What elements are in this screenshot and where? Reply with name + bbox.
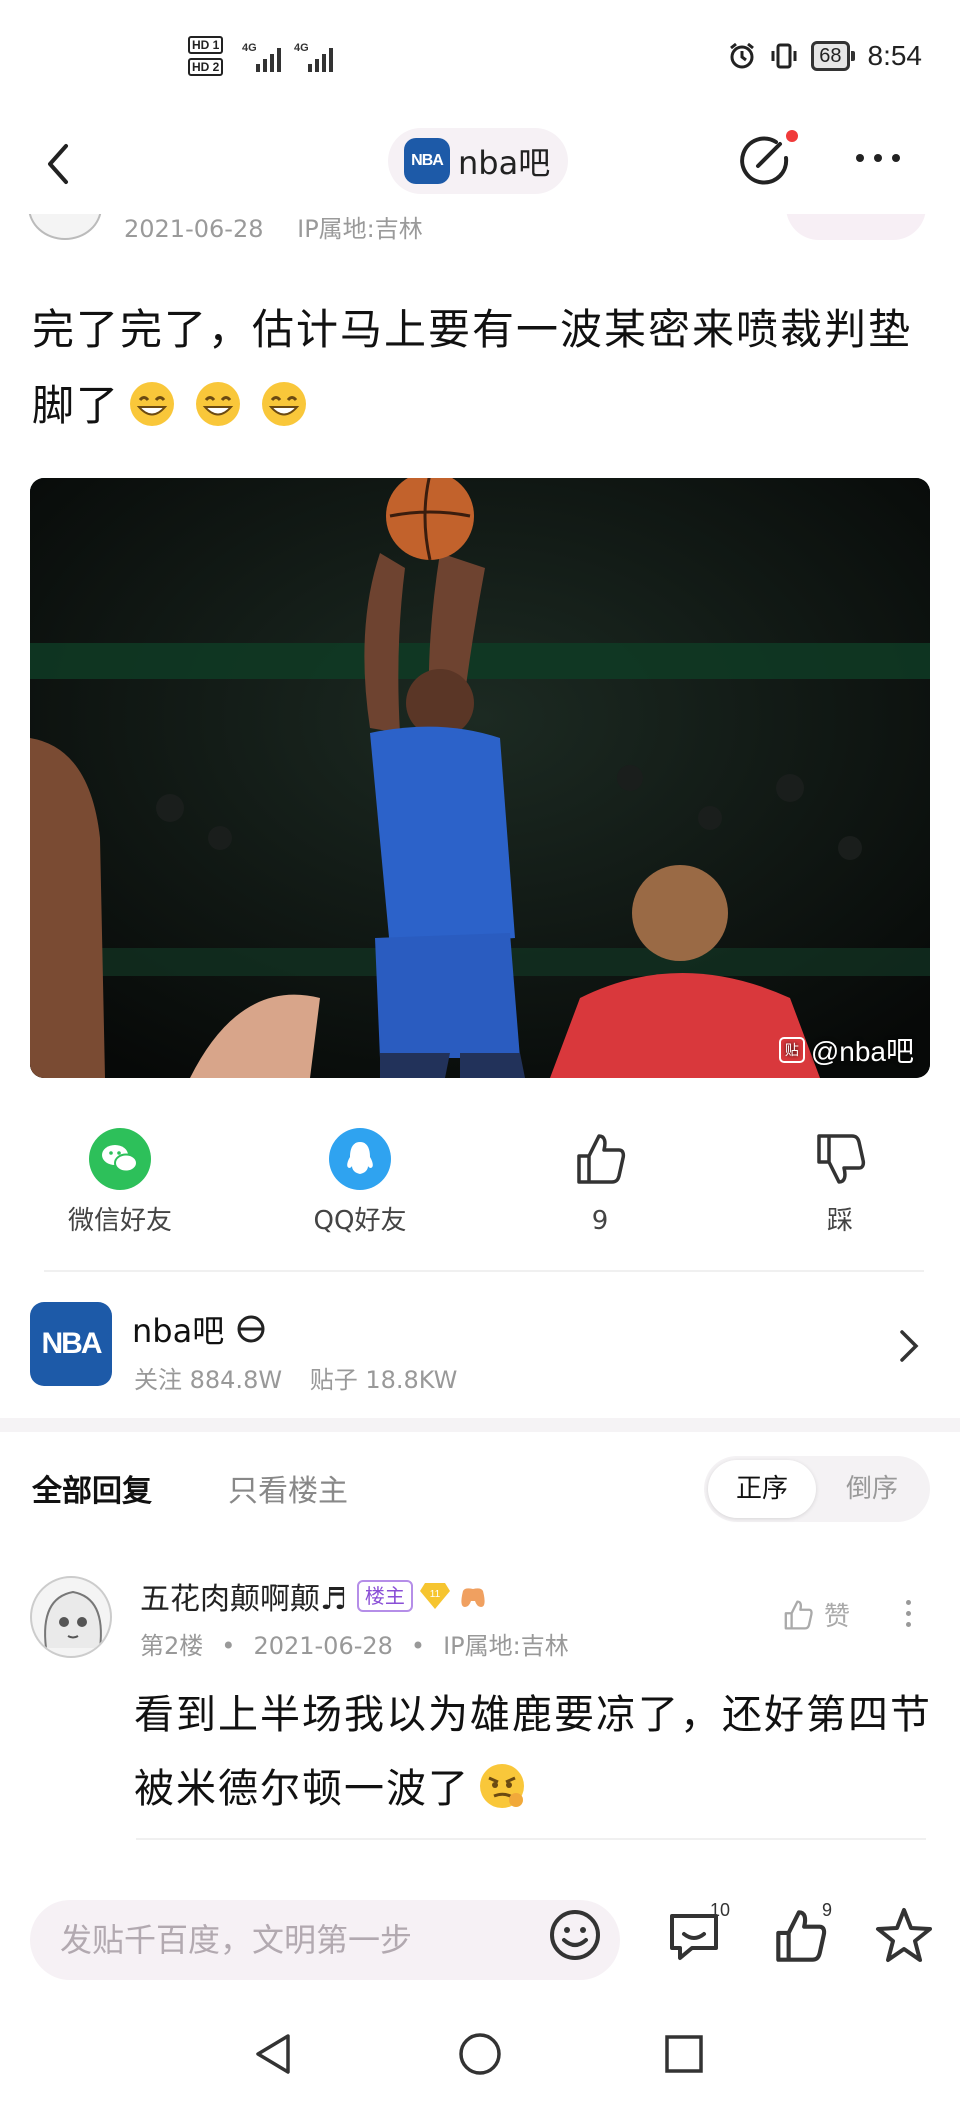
post-image[interactable]: 贴 @nba吧	[30, 478, 930, 1078]
thumbs-up-icon	[577, 1134, 626, 1184]
forum-status-icon	[237, 1315, 265, 1343]
forum-card-name: nba吧	[132, 1306, 268, 1352]
status-right: 68 8:54	[727, 40, 922, 72]
qq-label: QQ好友	[313, 1206, 407, 1236]
system-recents-icon[interactable]	[660, 2030, 708, 2078]
network2-label: 4G	[294, 42, 309, 54]
reply-body: 看到上半场我以为雄鹿要凉了，还好第四节被米德尔顿一波了	[134, 1678, 934, 1826]
reply-like-label: 赞	[824, 1602, 851, 1632]
post-date: 2021-06-28	[124, 215, 264, 243]
post-ip-location: IP属地:吉林	[297, 215, 423, 243]
reply-item: 五花肉颠啊颠♬ 楼主 11 第2楼 • 2021-06-28 • IP属地:吉林 赞 看…	[0, 1560, 960, 1840]
watermark-badge: 贴	[778, 1037, 805, 1063]
thumbs-up-icon	[784, 1599, 813, 1630]
reply-input-box[interactable]	[30, 1900, 620, 1980]
reply-input[interactable]	[60, 1900, 540, 1980]
clock: 8:54	[867, 40, 923, 71]
network1-label: 4G	[242, 42, 257, 54]
reply-user-row: 五花肉颠啊颠♬ 楼主 11	[140, 1574, 489, 1618]
qq-icon	[329, 1128, 391, 1190]
notification-dot	[786, 130, 798, 142]
forum-card[interactable]: NBA nba吧 关注 884.8W 贴子 18.8KW	[0, 1290, 960, 1410]
author-avatar[interactable]	[28, 214, 102, 240]
image-watermark: 贴 @nba吧	[778, 1030, 914, 1070]
smirk-emoji-icon	[480, 1764, 524, 1808]
divider	[136, 1838, 926, 1840]
dislike-label: 踩	[826, 1206, 853, 1236]
divider	[44, 1270, 924, 1272]
reply-meta: 第2楼 • 2021-06-28 • IP属地:吉林	[140, 1632, 569, 1660]
top-nav: NBA nba吧	[0, 120, 960, 216]
grin-emoji-icon	[262, 382, 307, 426]
dislike-button[interactable]: 踩	[740, 1120, 940, 1236]
share-wechat-button[interactable]: 微信好友	[20, 1120, 220, 1236]
watermark-text: @nba吧	[810, 1036, 914, 1067]
alarm-icon	[730, 42, 755, 69]
tab-owner-only[interactable]: 只看楼主	[228, 1466, 348, 1510]
sim2-label: HD 2	[188, 58, 224, 76]
wechat-icon	[89, 1128, 151, 1190]
wechat-label: 微信好友	[67, 1206, 172, 1236]
comment-count: 10	[710, 1900, 731, 1920]
bottom-like-count: 9	[822, 1900, 833, 1920]
forum-card-title: nba吧	[132, 1312, 225, 1350]
sim-indicator: HD 1 HD 2	[188, 36, 224, 80]
system-home-icon[interactable]	[456, 2030, 504, 2078]
section-divider	[0, 1418, 960, 1432]
sort-ascending-button[interactable]: 正序	[708, 1460, 816, 1518]
forum-stats: 关注 884.8W 贴子 18.8KW	[134, 1360, 477, 1395]
reply-more-icon[interactable]	[906, 1600, 911, 1627]
post-actions: 微信好友 QQ好友 9 踩	[0, 1120, 960, 1250]
grin-emoji-icon	[196, 382, 241, 426]
owner-badge: 楼主	[356, 1580, 413, 1612]
forum-followers: 关注 884.8W	[134, 1366, 283, 1394]
reply-date: 2021-06-28	[253, 1632, 393, 1660]
forum-logo-icon: NBA	[30, 1302, 112, 1386]
emoji-picker-icon[interactable]	[548, 1908, 602, 1962]
reply-ip-location: IP属地:吉林	[443, 1632, 569, 1660]
compose-icon[interactable]	[736, 132, 792, 188]
post-meta: 2021-06-28 IP属地:吉林	[124, 214, 423, 244]
anime-avatar-icon	[44, 1590, 102, 1649]
signal1-icon	[256, 46, 281, 72]
forum-title-pill[interactable]: NBA nba吧	[388, 128, 569, 194]
tab-all-replies[interactable]: 全部回复	[32, 1466, 152, 1510]
grin-emoji-icon	[130, 382, 175, 426]
more-options-icon[interactable]	[856, 154, 900, 162]
post-author-row: 2021-06-28 IP属地:吉林	[0, 214, 960, 244]
level-number: 11	[430, 1589, 441, 1600]
basketball-photo	[30, 478, 930, 1078]
reply-tabs: 全部回复 只看楼主 正序 倒序	[0, 1450, 960, 1530]
chevron-right-icon	[900, 1330, 919, 1362]
post-body: 完了完了，估计马上要有一波某密来喷裁判垫脚了	[32, 292, 932, 444]
reply-floor: 第2楼	[140, 1632, 204, 1660]
reply-text: 看到上半场我以为雄鹿要凉了，还好第四节被米德尔顿一波了	[134, 1692, 932, 1812]
bottom-input-bar: 10 9	[0, 1880, 960, 2000]
reply-like-button[interactable]: 赞	[780, 1596, 850, 1633]
forum-name: nba吧	[458, 144, 551, 182]
system-back-icon[interactable]	[250, 2030, 298, 2078]
sort-toggle: 正序 倒序	[704, 1456, 930, 1522]
follow-button[interactable]	[786, 214, 926, 240]
sort-descending-button[interactable]: 倒序	[818, 1460, 926, 1518]
back-icon[interactable]	[38, 134, 78, 194]
forum-posts: 贴子 18.8KW	[309, 1366, 458, 1394]
signal2-icon	[308, 46, 333, 72]
thumbs-down-icon	[817, 1134, 866, 1184]
reply-avatar[interactable]	[30, 1576, 112, 1658]
like-count: 9	[591, 1206, 609, 1236]
system-navigation	[0, 2000, 960, 2112]
reply-username[interactable]: 五花肉颠啊颠♬	[140, 1574, 347, 1618]
sim1-label: HD 1	[188, 36, 224, 54]
gamepad-badge-icon	[461, 1588, 485, 1607]
star-icon[interactable]	[872, 1904, 936, 1968]
status-bar: HD 1 HD 2 4G 4G 68 8:54	[0, 0, 960, 120]
nba-logo-icon: NBA	[404, 138, 450, 184]
share-qq-button[interactable]: QQ好友	[260, 1120, 460, 1236]
vibrate-icon	[771, 43, 797, 69]
battery-icon: 68	[811, 41, 855, 71]
like-button[interactable]: 9	[500, 1120, 700, 1236]
level-badge-icon: 11	[419, 1583, 450, 1609]
